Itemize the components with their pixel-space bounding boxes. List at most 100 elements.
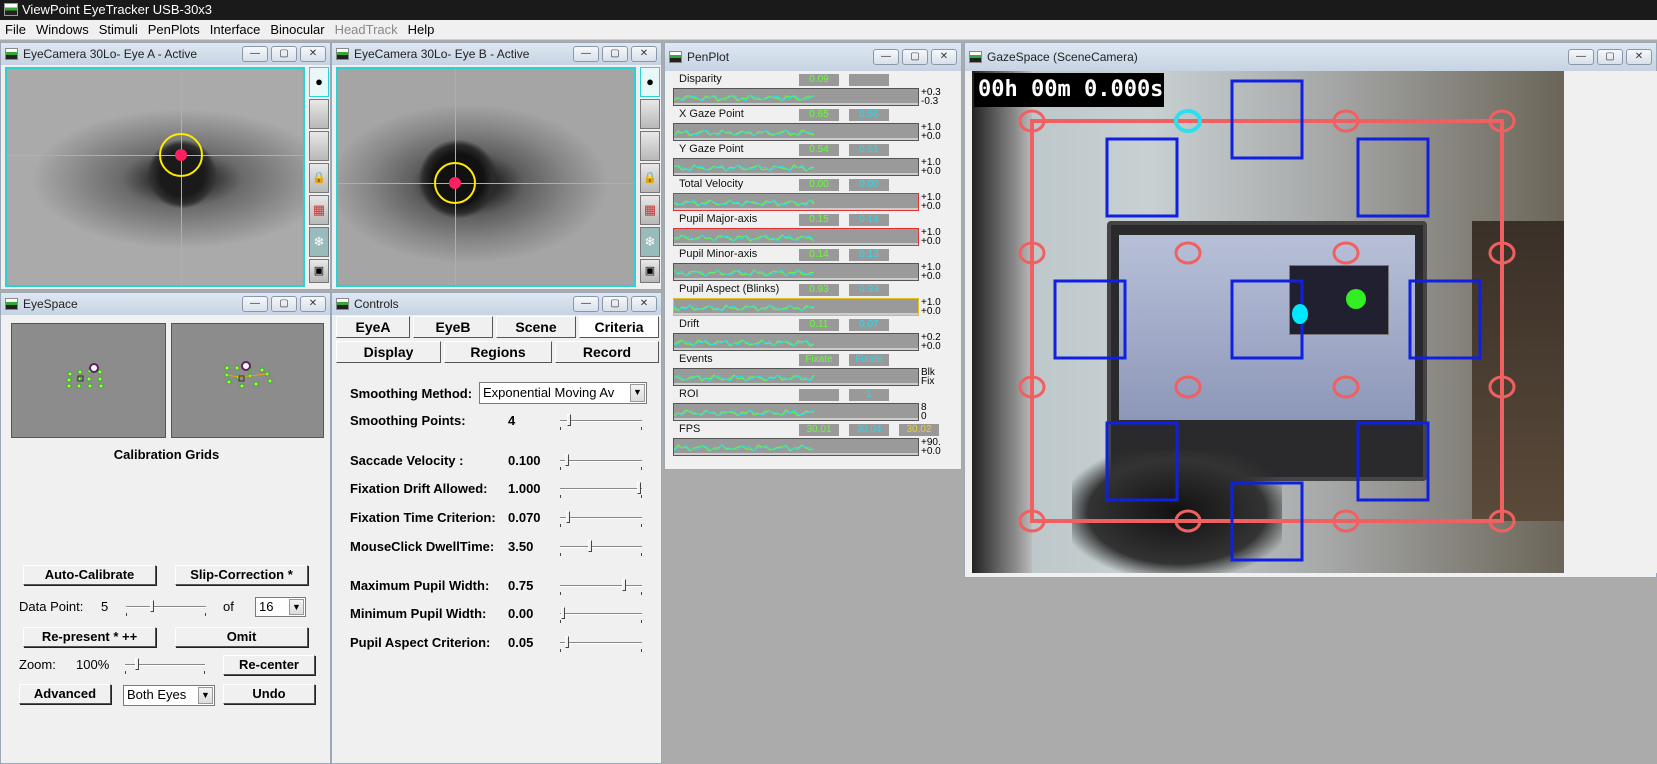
data-point-slider[interactable] bbox=[126, 600, 206, 616]
side-button[interactable] bbox=[640, 131, 660, 161]
undo-button[interactable]: Undo bbox=[223, 684, 315, 704]
recenter-button[interactable]: Re-center bbox=[223, 655, 315, 675]
freeze-icon[interactable]: ❄ bbox=[309, 227, 329, 257]
smoothing-method-select[interactable]: Exponential Moving Av ▼ bbox=[479, 382, 647, 404]
penplot-scale: 80 bbox=[921, 403, 927, 422]
minimize-button[interactable]: — bbox=[1568, 49, 1594, 65]
zoom-slider[interactable] bbox=[125, 658, 205, 674]
lock-icon[interactable]: 🔒 bbox=[309, 163, 329, 193]
grid-icon[interactable]: ▦ bbox=[640, 195, 660, 225]
calibration-grid-eye-a[interactable] bbox=[11, 323, 166, 438]
auto-calibrate-button[interactable]: Auto-Calibrate bbox=[23, 565, 156, 585]
eye-b-crosshair-h bbox=[338, 183, 634, 184]
param-slider[interactable] bbox=[560, 511, 642, 527]
minimize-button[interactable]: — bbox=[573, 296, 599, 312]
side-button[interactable] bbox=[640, 99, 660, 129]
close-button[interactable]: ✕ bbox=[300, 296, 326, 312]
menu-penplots[interactable]: PenPlots bbox=[143, 20, 205, 40]
gazespace-titlebar[interactable]: GazeSpace (SceneCamera) — ▢ ✕ bbox=[965, 43, 1656, 71]
penplot-scale-bottom: +0.0 bbox=[921, 131, 941, 142]
penplot-scale: +1.0 +0.0 bbox=[921, 263, 941, 282]
param-label: Maximum Pupil Width: bbox=[350, 578, 490, 593]
close-button[interactable]: ✕ bbox=[631, 296, 657, 312]
chevron-down-icon[interactable]: ▼ bbox=[630, 384, 645, 402]
tab-eyeb[interactable]: EyeB bbox=[413, 316, 493, 338]
penplot-trace-strip bbox=[673, 263, 919, 281]
chevron-down-icon[interactable]: ▼ bbox=[289, 599, 304, 615]
penplot-row-label: Total Velocity bbox=[679, 178, 744, 190]
penplot-trace-strip bbox=[673, 193, 919, 211]
minimize-button[interactable]: — bbox=[242, 296, 268, 312]
menu-file[interactable]: File bbox=[0, 20, 31, 40]
tab-display[interactable]: Display bbox=[336, 341, 441, 363]
represent-button[interactable]: Re-present * ++ bbox=[23, 627, 156, 647]
maximize-button[interactable]: ▢ bbox=[902, 49, 928, 65]
minimize-button[interactable]: — bbox=[573, 46, 599, 62]
close-button[interactable]: ✕ bbox=[300, 46, 326, 62]
tab-eyea[interactable]: EyeA bbox=[336, 316, 410, 338]
eyecamera-b-titlebar[interactable]: EyeCamera 30Lo- Eye B - Active — ▢ ✕ bbox=[332, 43, 661, 65]
advanced-button[interactable]: Advanced bbox=[19, 684, 111, 704]
eyes-select[interactable]: Both Eyes ▼ bbox=[123, 685, 215, 706]
tab-criteria[interactable]: Criteria bbox=[579, 316, 659, 338]
param-value: 4 bbox=[508, 413, 516, 428]
penplot-trace-strip bbox=[673, 403, 919, 421]
penplot-value-b: 1 bbox=[849, 389, 889, 401]
tab-regions[interactable]: Regions bbox=[444, 341, 552, 363]
scene-camera-view[interactable]: 00h 00m 0.000s bbox=[972, 71, 1564, 573]
calibration-grid-eye-b[interactable] bbox=[171, 323, 324, 438]
param-slider[interactable] bbox=[560, 636, 642, 652]
close-button[interactable]: ✕ bbox=[1626, 49, 1652, 65]
param-slider[interactable] bbox=[560, 482, 642, 498]
param-slider[interactable] bbox=[560, 454, 642, 470]
chevron-down-icon[interactable]: ▼ bbox=[198, 687, 213, 704]
eye-a-video[interactable] bbox=[5, 67, 305, 287]
menu-binocular[interactable]: Binocular bbox=[265, 20, 329, 40]
minimize-button[interactable]: — bbox=[242, 46, 268, 62]
menu-windows[interactable]: Windows bbox=[31, 20, 94, 40]
maximize-button[interactable]: ▢ bbox=[271, 296, 297, 312]
side-button[interactable] bbox=[309, 131, 329, 161]
menu-interface[interactable]: Interface bbox=[205, 20, 266, 40]
controls-titlebar[interactable]: Controls — ▢ ✕ bbox=[332, 293, 661, 315]
window-icon bbox=[5, 48, 18, 60]
side-button[interactable] bbox=[309, 99, 329, 129]
close-button[interactable]: ✕ bbox=[631, 46, 657, 62]
grid-icon[interactable]: ▦ bbox=[309, 195, 329, 225]
penplot-row-label: FPS bbox=[679, 423, 701, 435]
menu-help[interactable]: Help bbox=[403, 20, 440, 40]
eyecamera-a-titlebar[interactable]: EyeCamera 30Lo- Eye A - Active — ▢ ✕ bbox=[1, 43, 330, 65]
freeze-icon[interactable]: ❄ bbox=[640, 227, 660, 257]
zoom-value: 100% bbox=[76, 657, 110, 672]
param-slider[interactable] bbox=[560, 579, 642, 595]
minimize-button[interactable]: — bbox=[873, 49, 899, 65]
param-slider[interactable] bbox=[560, 540, 642, 556]
eye-b-video[interactable] bbox=[336, 67, 636, 287]
menu-stimuli[interactable]: Stimuli bbox=[94, 20, 143, 40]
monitor-icon[interactable]: ▣ bbox=[640, 259, 660, 283]
penplot-value-a: 0.54 bbox=[799, 144, 839, 156]
total-points-select[interactable]: 16 ▼ bbox=[255, 597, 306, 617]
record-dot-button[interactable]: ● bbox=[640, 67, 660, 97]
penplot-titlebar[interactable]: PenPlot — ▢ ✕ bbox=[665, 43, 961, 71]
close-button[interactable]: ✕ bbox=[931, 49, 957, 65]
param-slider[interactable] bbox=[560, 607, 642, 623]
menu-headtrack[interactable]: HeadTrack bbox=[330, 20, 403, 40]
eyespace-titlebar[interactable]: EyeSpace — ▢ ✕ bbox=[1, 293, 330, 315]
penplot-trace-strip bbox=[673, 298, 919, 316]
maximize-button[interactable]: ▢ bbox=[271, 46, 297, 62]
omit-button[interactable]: Omit bbox=[175, 627, 308, 647]
tab-scene[interactable]: Scene bbox=[496, 316, 576, 338]
param-label: Fixation Time Criterion: bbox=[350, 510, 496, 525]
maximize-button[interactable]: ▢ bbox=[602, 296, 628, 312]
param-label: Saccade Velocity : bbox=[350, 453, 464, 468]
param-slider[interactable] bbox=[560, 414, 642, 430]
record-dot-button[interactable]: ● bbox=[309, 67, 329, 97]
tab-record[interactable]: Record bbox=[555, 341, 659, 363]
slip-correction-button[interactable]: Slip-Correction * bbox=[175, 565, 308, 585]
maximize-button[interactable]: ▢ bbox=[602, 46, 628, 62]
penplot-scale-bottom: Fix bbox=[921, 376, 935, 387]
maximize-button[interactable]: ▢ bbox=[1597, 49, 1623, 65]
monitor-icon[interactable]: ▣ bbox=[309, 259, 329, 283]
lock-icon[interactable]: 🔒 bbox=[640, 163, 660, 193]
